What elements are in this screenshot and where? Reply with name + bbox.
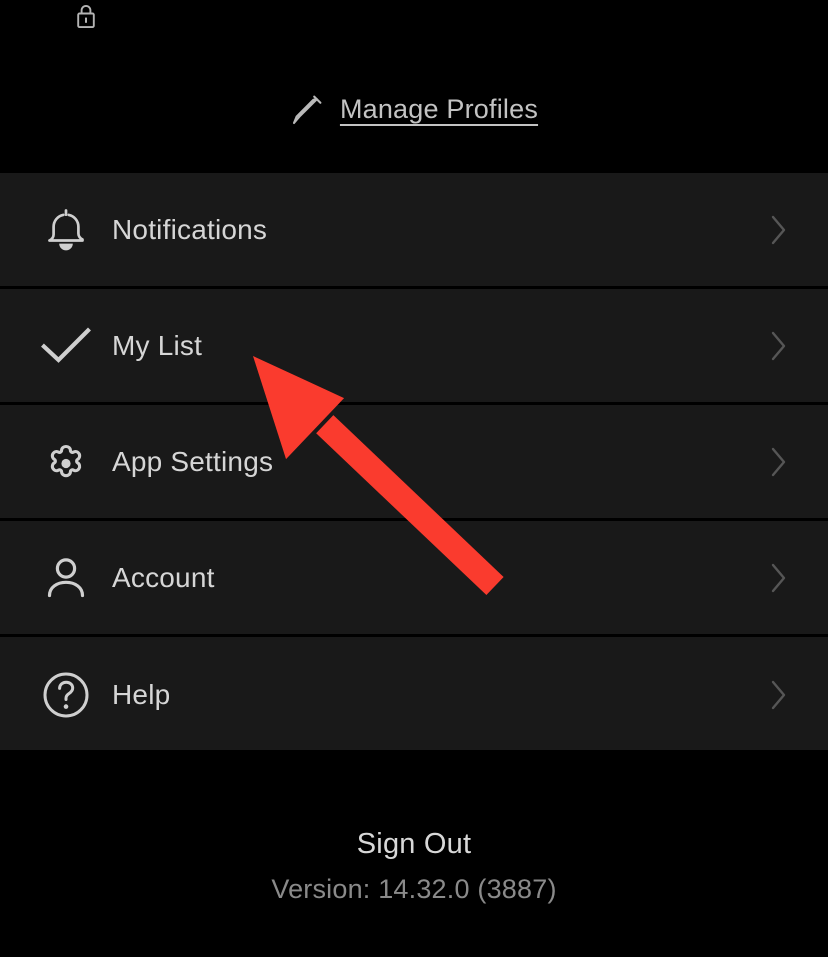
pencil-icon — [290, 93, 324, 127]
chevron-right-icon — [768, 558, 790, 598]
version-label: Version: 14.32.0 (3887) — [271, 874, 557, 904]
chevron-right-icon — [768, 675, 790, 715]
menu-item-label: Notifications — [112, 213, 268, 245]
menu-item-app-settings[interactable]: App Settings — [0, 405, 828, 521]
person-icon — [38, 550, 94, 606]
chevron-right-icon — [768, 326, 790, 366]
menu-item-label: My List — [112, 329, 203, 361]
chevron-right-icon — [768, 210, 790, 250]
status-bar — [0, 0, 828, 46]
menu-item-label: Help — [112, 679, 171, 710]
menu-item-account[interactable]: Account — [0, 521, 828, 637]
footer: Sign Out Version: 14.32.0 (3887) — [0, 750, 828, 957]
menu-item-notifications[interactable]: Notifications — [0, 173, 828, 289]
chevron-right-icon — [768, 442, 790, 482]
question-circle-icon — [38, 667, 94, 723]
check-icon — [38, 318, 94, 374]
gear-icon — [38, 434, 94, 490]
menu-item-label: App Settings — [112, 445, 274, 477]
menu-item-my-list[interactable]: My List — [0, 289, 828, 405]
bell-icon — [38, 202, 94, 258]
settings-menu: Notifications My List App Settings Accou… — [0, 173, 828, 753]
settings-screen: Manage Profiles Notifications My List Ap… — [0, 0, 828, 957]
menu-item-help[interactable]: Help — [0, 637, 828, 753]
manage-profiles-button[interactable]: Manage Profiles — [0, 46, 828, 173]
lock-icon — [74, 3, 98, 29]
sign-out-button[interactable]: Sign Out — [357, 828, 471, 861]
menu-item-label: Account — [112, 561, 215, 593]
manage-profiles-label: Manage Profiles — [339, 94, 539, 124]
